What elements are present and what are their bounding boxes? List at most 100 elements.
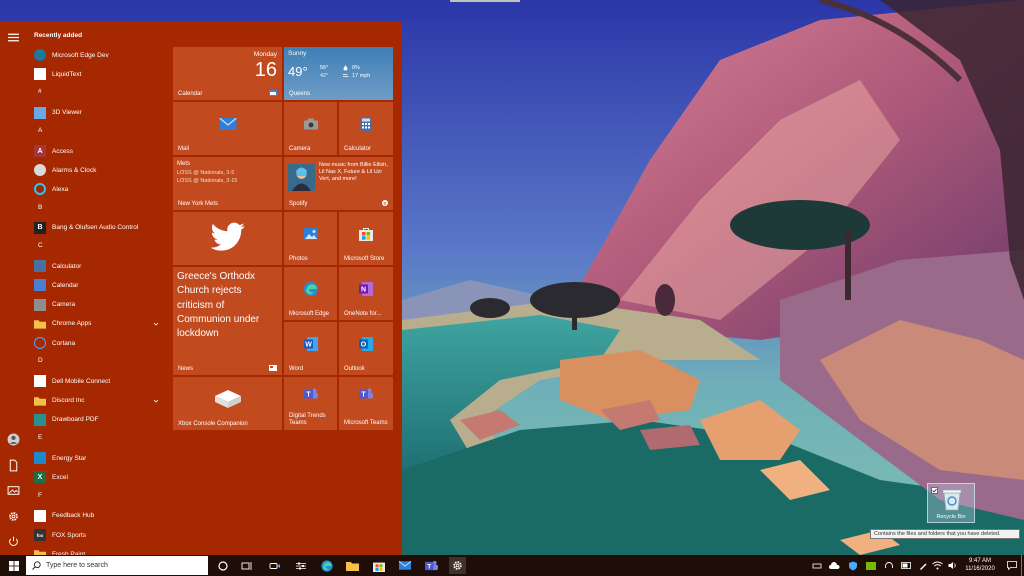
word-tile[interactable]: W Word (284, 322, 337, 375)
tray-onedrive-button[interactable] (826, 557, 843, 574)
app-list-item[interactable]: LiquidText (27, 65, 167, 83)
cortana-icon (34, 337, 46, 349)
tray-audio-app-button[interactable] (880, 557, 897, 574)
app-list-item[interactable]: 3D Viewer (27, 104, 167, 122)
cortana-button[interactable] (214, 557, 231, 574)
tray-app-button[interactable] (844, 557, 861, 574)
svg-text:N: N (361, 287, 366, 294)
power-button[interactable] (5, 533, 22, 550)
app-list-item[interactable]: Dell Mobile Connect (27, 372, 167, 390)
user-account-button[interactable] (5, 431, 22, 448)
camera-tile-label: Camera (289, 146, 311, 152)
meet-now-button[interactable] (266, 557, 283, 574)
app-list-item[interactable]: Feedback Hub (27, 507, 167, 525)
app-list-item[interactable]: Discord Inc (27, 392, 167, 410)
twitter-bird-icon (210, 223, 245, 252)
calculator-tile-label: Calculator (344, 146, 372, 152)
task-view-button[interactable] (238, 557, 255, 574)
app-list-item[interactable]: Chrome Apps (27, 315, 167, 333)
checkbox-icon[interactable] (931, 487, 938, 494)
weather-tile[interactable]: Sunny 49° 56° 42° 0% 17 mph Queens (284, 47, 393, 100)
spotify-tile[interactable]: New music from Billie Eilish, Lil Nas X,… (284, 157, 393, 210)
edge-tile-label: Microsoft Edge (289, 311, 330, 317)
digital-trends-teams-tile[interactable]: T Digital Trends Teams (284, 377, 337, 430)
mets-tile[interactable]: Mets LOSS @ Nationals, 3-5 LOSS @ Nation… (173, 157, 282, 210)
app-list-item[interactable]: Alarms & Clock (27, 161, 167, 179)
microsoft-teams-tile[interactable]: T Microsoft Teams (339, 377, 393, 430)
app-list-item[interactable]: Calendar (27, 276, 167, 294)
search-placeholder: Type here to search (46, 562, 108, 569)
twitter-tile[interactable] (173, 212, 282, 265)
windows-logo-icon (8, 560, 19, 571)
video-camera-icon (269, 562, 280, 569)
onenote-tile[interactable]: N OneNote for... (339, 267, 393, 320)
word-icon: W (303, 337, 318, 352)
weather-city: Queens (289, 91, 311, 97)
store-taskbar-button[interactable] (370, 557, 387, 574)
raindrop-icon (343, 65, 348, 71)
app-list-item[interactable]: fox FOX Sports (27, 526, 167, 544)
app-list-letter-header[interactable]: F (38, 492, 42, 499)
edge-tile[interactable]: Microsoft Edge (284, 267, 337, 320)
documents-button[interactable] (5, 457, 22, 474)
excel-icon: X (34, 471, 46, 484)
app-list-letter-header[interactable]: C (38, 242, 43, 249)
xbox-tile[interactable]: Xbox Console Companion (173, 377, 282, 430)
calendar-tile[interactable]: Monday 16 Calendar (173, 47, 282, 100)
recycle-bin-tooltip: Contains the files and folders that you … (870, 529, 1020, 539)
camera-tile[interactable]: Camera (284, 102, 337, 155)
settings-button[interactable] (5, 508, 22, 525)
weather-high: 56° (320, 65, 329, 71)
app-list-letter-header[interactable]: E (38, 434, 42, 441)
app-list-item[interactable]: B Bang & Olufsen Audio Control (27, 219, 167, 237)
app-list-letter-header[interactable]: B (38, 204, 42, 211)
file-explorer-button[interactable] (344, 557, 361, 574)
action-center-button[interactable] (1003, 557, 1020, 574)
app-list-item[interactable]: X Excel (27, 468, 167, 486)
tray-volume-button[interactable] (944, 557, 961, 574)
app-list-item[interactable]: Microsoft Edge Dev (27, 46, 167, 64)
news-tile[interactable]: Greece's Orthodx Church rejects criticis… (173, 267, 282, 375)
app-list-item[interactable]: Fresh Paint (27, 545, 167, 555)
app-list-item[interactable]: Calculator (27, 257, 167, 275)
outlook-tile[interactable]: O Outlook (339, 322, 393, 375)
battery-icon (901, 562, 911, 569)
weather-temp: 49° (288, 64, 308, 79)
app-list-item[interactable]: Alexa (27, 180, 167, 198)
clock-button[interactable]: 9:47 AM 11/16/2020 (961, 557, 999, 574)
folder-icon (346, 561, 359, 571)
weather-condition: Sunny (288, 50, 307, 57)
store-bag-icon (372, 562, 385, 572)
taskbar-search-box[interactable]: Type here to search (26, 556, 208, 575)
mail-tile[interactable]: Mail (173, 102, 282, 155)
alexa-icon (34, 183, 46, 196)
mail-taskbar-button[interactable] (396, 557, 413, 574)
app-list-item[interactable]: Drawboard PDF (27, 411, 167, 429)
app-list-letter-header[interactable]: # (38, 88, 42, 95)
app-list-item[interactable]: Energy Star (27, 449, 167, 467)
app-list-letter-header[interactable]: D (38, 357, 43, 364)
pictures-button[interactable] (5, 482, 22, 499)
start-menu: Recently added Microsoft Edge Dev LiquidT… (0, 22, 402, 555)
teams-taskbar-button[interactable]: T (423, 557, 440, 574)
mixer-app-button[interactable] (292, 557, 309, 574)
folder-icon (34, 318, 46, 330)
recycle-bin-label: Recycle Bin (936, 514, 966, 520)
recycle-bin-desktop-icon[interactable]: Recycle Bin (927, 483, 975, 523)
tray-nvidia-button[interactable] (862, 557, 879, 574)
settings-taskbar-button[interactable] (449, 557, 466, 574)
hamburger-menu-button[interactable] (5, 29, 22, 46)
start-button[interactable] (5, 557, 22, 574)
photos-tile[interactable]: Photos (284, 212, 337, 265)
app-list-item-label: Alarms & Clock (52, 166, 97, 174)
app-list-item[interactable]: Camera (27, 296, 167, 314)
edge-taskbar-button[interactable] (318, 557, 335, 574)
calculator-tile[interactable]: Calculator (339, 102, 393, 155)
tray-battery-button[interactable] (898, 557, 915, 574)
app-list-letter-header[interactable]: A (38, 127, 42, 134)
app-list-item[interactable]: A Access (27, 142, 167, 160)
tray-usb-button[interactable] (808, 557, 825, 574)
app-list-item[interactable]: Cortana (27, 334, 167, 352)
chevron-down-icon (153, 399, 159, 403)
store-tile[interactable]: Microsoft Store (339, 212, 393, 265)
